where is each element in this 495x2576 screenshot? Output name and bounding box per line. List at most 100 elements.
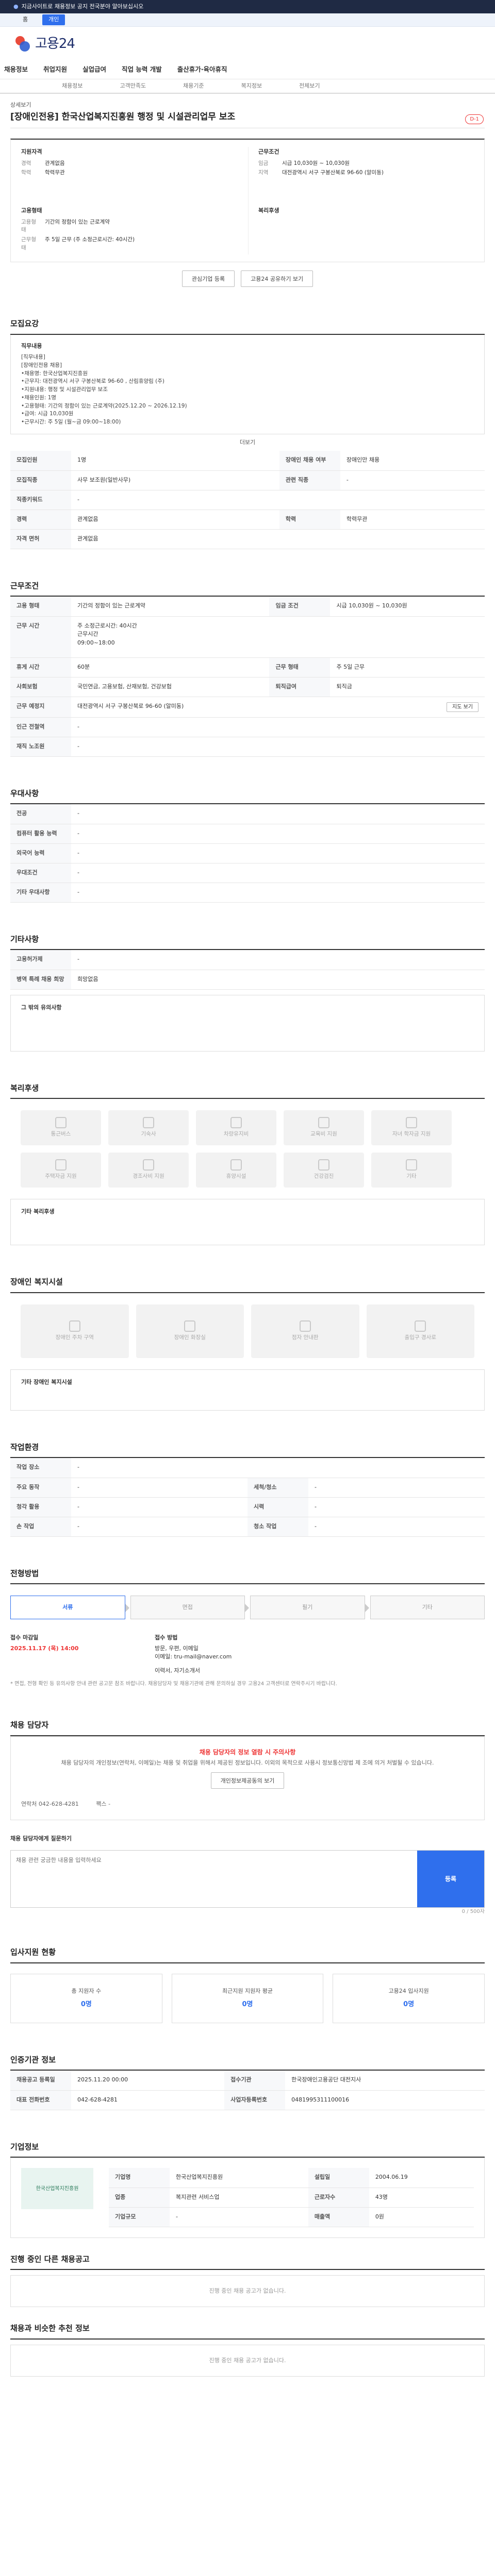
same-company-title: 진행 중인 다른 채용공고	[10, 2253, 485, 2270]
share-button[interactable]: 고용24 공유하기 보기	[241, 270, 314, 287]
env-section: 작업환경 작업 장소 - 주요 동작 - 세척/청소 - 청각 활용 - 시력 - 손 작업 -…	[10, 1442, 485, 1537]
braille-icon	[299, 1320, 311, 1332]
company-title: 기업정보	[10, 2141, 485, 2158]
nav-training[interactable]: 직업 능력 개발	[122, 65, 162, 75]
agency-table: 채용공고 등록일 2025.11.20 00:00 접수기관 한국장애인고용공단 대전…	[10, 2071, 485, 2110]
welfare-grid: 통근버스 기숙사 차량유지비 교육비 지원 자녀 학자금 지원 주택자금 지원 …	[10, 1099, 485, 1199]
process-title: 전형방법	[10, 1568, 485, 1585]
recruit-title: 모집요강	[10, 318, 485, 335]
welfare-other: 기타 복리후생	[10, 1199, 485, 1246]
house-icon	[55, 1159, 67, 1171]
extra-section: 기타사항 고용허가제 - 병역 특례 채용 희망 희망없음 그 밖의 유의사항	[10, 934, 485, 1052]
welfare-item: 건강검진	[284, 1153, 364, 1188]
env-title: 작업환경	[10, 1442, 485, 1459]
recruit-table: 모집인원 1명 장애인 채용 여부 장애인만 채용 모집직종 사무 보조원(일반사무) 관…	[10, 451, 485, 549]
extra-table: 고용허가제 - 병역 특례 채용 희망 희망없음	[10, 950, 485, 990]
notice-dot-icon: ●	[13, 3, 19, 10]
welfare-item: 기숙사	[108, 1110, 189, 1146]
disability-title: 장애인 복지시설	[10, 1276, 485, 1293]
welfare-item: 경조사비 지원	[108, 1153, 189, 1188]
disability-grid: 장애인 주차 구역 장애인 화장실 점자 안내판 출입구 경사로	[10, 1293, 485, 1369]
welfare-item: 휴양시설	[196, 1153, 276, 1188]
bus-icon	[55, 1117, 67, 1129]
title-prefix: 상세보기	[10, 101, 31, 108]
status-worknet: 고용24 입사지원 0명	[333, 1973, 485, 2023]
subnav-item-1[interactable]: 채용정보	[62, 82, 82, 91]
summary-qualification: 지원자격 경력 관계없음 학력 학력무관	[21, 148, 65, 176]
education-icon	[318, 1117, 329, 1129]
job-summary: 지원자격 경력 관계없음 학력 학력무관 근무조건 임금 시급 10,030원 ~ 1…	[10, 139, 485, 262]
disability-other: 기타 장애인 복지시설	[10, 1369, 485, 1411]
etc-icon	[406, 1159, 417, 1171]
step-written: 필기	[250, 1596, 369, 1620]
restroom-icon	[184, 1320, 196, 1332]
tab-personal[interactable]: 개인	[42, 14, 65, 25]
preference-section: 우대사항 전공 - 컴퓨터 활용 능력 - 외국어 능력 - 우대조건 - 기타 우대사…	[10, 788, 485, 903]
logo-icon[interactable]	[12, 34, 32, 54]
user-type-bar: 홈 개인	[0, 13, 495, 27]
site-header: 고용24	[0, 27, 495, 61]
question-input[interactable]	[11, 1851, 417, 1908]
disability-item: 장애인 화장실	[136, 1304, 244, 1358]
question-box: 등록	[10, 1850, 485, 1908]
nav-benefit[interactable]: 실업급여	[82, 65, 106, 75]
welfare-section: 복리후생 통근버스 기숙사 차량유지비 교육비 지원 자녀 학자금 지원 주택자…	[10, 1082, 485, 1246]
summary-welfare: 복리후생	[258, 207, 279, 214]
summary-conditions: 근무조건 임금 시급 10,030원 ~ 10,030원 지역 대전광역시 서구 구…	[258, 148, 384, 176]
extra-title: 기타사항	[10, 934, 485, 951]
nav-leave[interactable]: 출산휴가·육아휴직	[177, 65, 227, 75]
deadline-value: 2025.11.17 (목) 14:00	[10, 1645, 79, 1652]
health-icon	[318, 1159, 329, 1171]
nav-support[interactable]: 취업지원	[43, 65, 67, 75]
nav-jobs[interactable]: 채용정보	[4, 65, 28, 75]
agency-section: 인증기관 정보 채용공고 등록일 2025.11.20 00:00 접수기관 한국장애…	[10, 2054, 485, 2110]
privacy-button[interactable]: 개인정보제공동의 보기	[210, 1772, 285, 1789]
gift-icon	[143, 1159, 154, 1171]
sub-nav: 채용정보 고객만족도 채용기준 복지정보 전체보기	[0, 79, 495, 94]
step-other: 기타	[370, 1596, 485, 1620]
logo-text[interactable]: 고용24	[35, 34, 75, 54]
subnav-item-4[interactable]: 복지정보	[241, 82, 262, 91]
scrap-button[interactable]: 관심기업 등록	[182, 270, 235, 287]
step-document: 서류	[10, 1596, 129, 1620]
status-total: 총 지원자 수 0명	[10, 1973, 162, 2023]
welfare-item: 통근버스	[21, 1110, 101, 1146]
welfare-title: 복리후생	[10, 1082, 485, 1099]
ramp-icon	[415, 1320, 426, 1332]
question-submit-button[interactable]: 등록	[417, 1851, 484, 1908]
welfare-item: 교육비 지원	[284, 1110, 364, 1146]
same-company-empty: 진행 중인 채용 공고가 없습니다.	[10, 2275, 485, 2308]
agency-title: 인증기관 정보	[10, 2054, 485, 2071]
map-button[interactable]: 지도 보기	[447, 702, 478, 712]
env-table: 작업 장소 - 주요 동작 - 세척/청소 - 청각 활용 - 시력 - 손 작업 - 청소 작업…	[10, 1458, 485, 1537]
top-notice-bar: ● 지금사이트로 채용정보 공지 전국분야 알아보십시오	[0, 0, 495, 13]
welfare-item: 주택자금 지원	[21, 1153, 101, 1188]
contact-section: 채용 담당자 채용 담당자의 정보 열람 시 주의사항 채용 담당자의 개인정보…	[10, 1719, 485, 1916]
work-title: 근무조건	[10, 580, 485, 597]
home-link[interactable]: 홈	[23, 15, 28, 24]
dorm-icon	[143, 1117, 154, 1129]
more-button[interactable]: 더보기	[10, 434, 485, 451]
welfare-item: 기타	[371, 1153, 452, 1188]
status-section: 입사지원 현황 총 지원자 수 0명 최근지원 지원자 평균 0명 고용24 입사지…	[10, 1946, 485, 2023]
car-icon	[230, 1117, 242, 1129]
status-average: 최근지원 지원자 평균 0명	[171, 1973, 324, 2023]
dday-badge: D-1	[465, 114, 484, 124]
subnav-item-3[interactable]: 채용기준	[183, 82, 204, 91]
recommend-empty: 진행 중인 채용 공고가 없습니다.	[10, 2344, 485, 2377]
same-company-section: 진행 중인 다른 채용공고 진행 중인 채용 공고가 없습니다.	[10, 2253, 485, 2308]
job-title-block: 상세보기 [장애인전용] 한국산업복지진흥원 행정 및 시설관리업무 보조 D-…	[10, 101, 485, 128]
extra-other: 그 밖의 유의사항	[10, 994, 485, 1052]
welfare-item: 자녀 학자금 지원	[371, 1110, 452, 1146]
subnav-item-2[interactable]: 고객만족도	[120, 82, 146, 91]
disability-item: 장애인 주차 구역	[21, 1304, 129, 1358]
process-section: 전형방법 서류 면접 필기 기타 접수 마감일 2025.11.17 (목) 1…	[10, 1568, 485, 1689]
recommend-title: 채용과 비슷한 추천 정보	[10, 2323, 485, 2340]
preference-title: 우대사항	[10, 788, 485, 805]
subnav-item-5[interactable]: 전체보기	[299, 82, 320, 91]
contact-title: 채용 담당자	[10, 1719, 485, 1736]
recommend-section: 채용과 비슷한 추천 정보 진행 중인 채용 공고가 없습니다.	[10, 2323, 485, 2377]
preference-table: 전공 - 컴퓨터 활용 능력 - 외국어 능력 - 우대조건 - 기타 우대사항 -	[10, 804, 485, 903]
privacy-alert: 채용 담당자의 정보 열람 시 주의사항 채용 담당자의 개인정보(연락처, 이…	[10, 1736, 485, 1820]
disability-item: 출입구 경사로	[366, 1304, 474, 1358]
